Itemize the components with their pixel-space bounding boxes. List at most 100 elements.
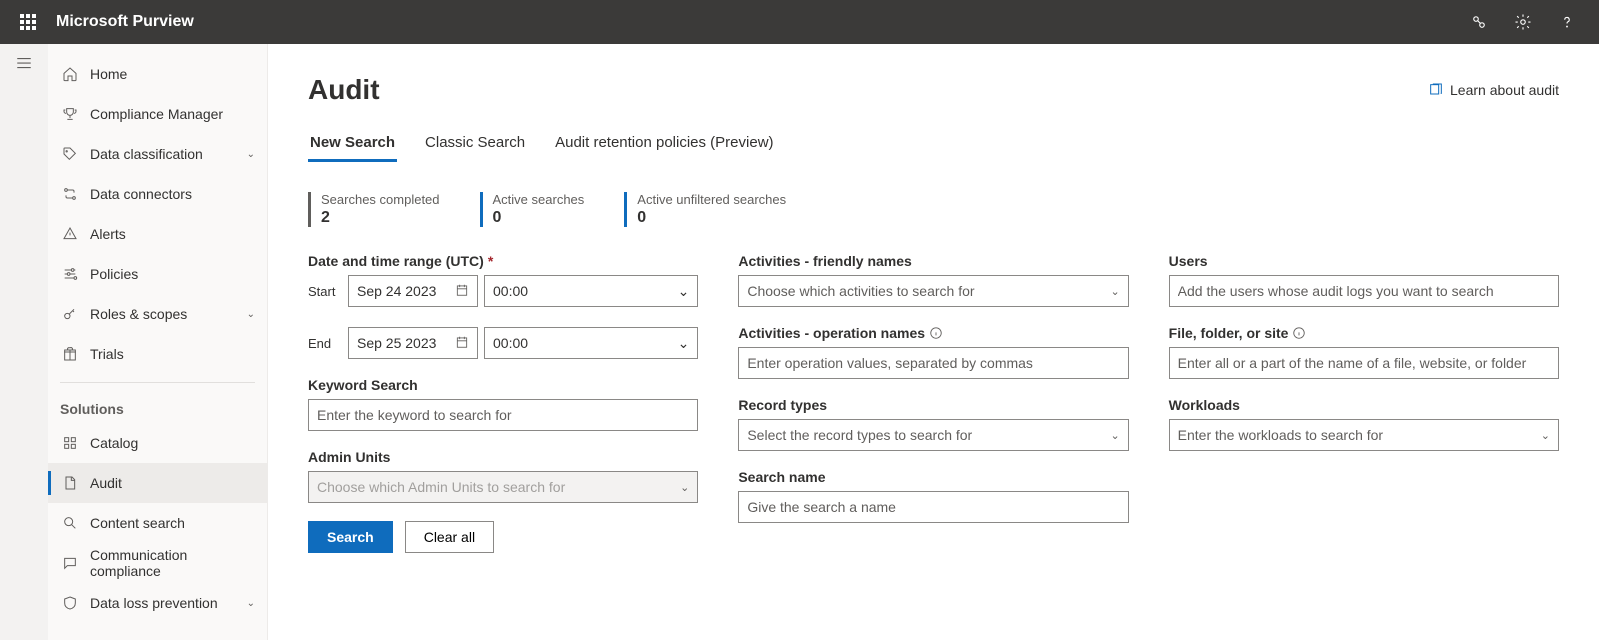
sidebar-item-label: Data connectors [90, 186, 255, 202]
main-content: Audit Learn about audit New Search Class… [268, 44, 1599, 640]
home-icon [60, 64, 80, 84]
activities-op-label: Activities - operation names [738, 325, 1128, 341]
sidebar-item-content-search[interactable]: Content search [48, 503, 267, 543]
sidebar-item-home[interactable]: Home [48, 54, 267, 94]
admin-units-label: Admin Units [308, 449, 698, 465]
hamburger-icon[interactable] [15, 54, 33, 640]
divider [60, 382, 255, 383]
stats-row: Searches completed 2 Active searches 0 A… [308, 192, 1559, 227]
file-input[interactable] [1169, 347, 1559, 379]
workloads-select[interactable]: Enter the workloads to search for ⌄ [1169, 419, 1559, 451]
sidebar-item-data-connectors[interactable]: Data connectors [48, 174, 267, 214]
form-col-1: Date and time range (UTC) * Start Sep 24… [308, 253, 698, 553]
keyword-label: Keyword Search [308, 377, 698, 393]
sidebar-item-catalog[interactable]: Catalog [48, 423, 267, 463]
sidebar-item-alerts[interactable]: Alerts [48, 214, 267, 254]
search-name-input[interactable] [738, 491, 1128, 523]
tab-audit-retention[interactable]: Audit retention policies (Preview) [553, 126, 775, 161]
chevron-down-icon: ⌄ [680, 481, 689, 494]
record-types-select[interactable]: Select the record types to search for ⌄ [738, 419, 1128, 451]
sidebar-item-trials[interactable]: Trials [48, 334, 267, 374]
diagnostics-icon[interactable] [1457, 0, 1501, 44]
chevron-down-icon: ⌄ [247, 149, 255, 160]
form-col-2: Activities - friendly names Choose which… [738, 253, 1128, 541]
gift-icon [60, 344, 80, 364]
sidebar-item-label: Content search [90, 515, 255, 531]
sidebar-item-label: Data classification [90, 146, 247, 162]
learn-link-label: Learn about audit [1450, 82, 1559, 98]
sidebar-item-communication-compliance[interactable]: Communication compliance [48, 543, 267, 583]
sidebar-item-label: Communication compliance [90, 547, 255, 579]
app-launcher-icon[interactable] [10, 0, 46, 44]
form-col-3: Users File, folder, or site Workloads En… [1169, 253, 1559, 469]
topbar: Microsoft Purview [0, 0, 1599, 44]
stat-value: 2 [321, 209, 440, 227]
activities-op-input[interactable] [738, 347, 1128, 379]
sidebar-item-label: Trials [90, 346, 255, 362]
chevron-down-icon: ⌄ [247, 598, 255, 609]
settings-icon[interactable] [1501, 0, 1545, 44]
brand-title: Microsoft Purview [56, 13, 194, 31]
keyword-input[interactable] [308, 399, 698, 431]
sidebar-section-solutions: Solutions [48, 391, 267, 423]
sidebar-item-label: Alerts [90, 226, 255, 242]
sidebar-item-data-classification[interactable]: Data classification ⌄ [48, 134, 267, 174]
sidebar-item-label: Roles & scopes [90, 306, 247, 322]
users-label: Users [1169, 253, 1559, 269]
tab-new-search[interactable]: New Search [308, 126, 397, 161]
activities-friendly-select[interactable]: Choose which activities to search for ⌄ [738, 275, 1128, 307]
connector-icon [60, 184, 80, 204]
document-icon [60, 473, 80, 493]
calendar-icon [455, 283, 469, 300]
chevron-down-icon: ⌄ [1110, 429, 1119, 442]
grid-icon [60, 433, 80, 453]
activities-friendly-label: Activities - friendly names [738, 253, 1128, 269]
sidebar-item-compliance-manager[interactable]: Compliance Manager [48, 94, 267, 134]
tag-icon [60, 144, 80, 164]
date-range-label: Date and time range (UTC) * [308, 253, 698, 269]
sidebar-item-audit[interactable]: Audit [48, 463, 267, 503]
clear-all-button[interactable]: Clear all [405, 521, 494, 553]
key-icon [60, 304, 80, 324]
learn-icon [1428, 82, 1444, 98]
start-time-select[interactable]: 00:00 ⌄ [484, 275, 698, 307]
sidebar-item-roles-scopes[interactable]: Roles & scopes ⌄ [48, 294, 267, 334]
users-input[interactable] [1169, 275, 1559, 307]
sidebar-item-label: Data loss prevention [90, 595, 247, 611]
start-date-input[interactable]: Sep 24 2023 [348, 275, 478, 307]
search-name-label: Search name [738, 469, 1128, 485]
record-types-label: Record types [738, 397, 1128, 413]
sidebar-item-label: Home [90, 66, 255, 82]
sliders-icon [60, 264, 80, 284]
sidebar: Home Compliance Manager Data classificat… [48, 44, 268, 640]
sidebar-item-label: Compliance Manager [90, 106, 255, 122]
end-label: End [308, 336, 342, 351]
search-icon [60, 513, 80, 533]
admin-units-select: Choose which Admin Units to search for ⌄ [308, 471, 698, 503]
stat-value: 0 [493, 209, 585, 227]
info-icon [929, 326, 943, 340]
trophy-icon [60, 104, 80, 124]
help-icon[interactable] [1545, 0, 1589, 44]
sidebar-item-label: Audit [90, 475, 255, 491]
sidebar-item-data-loss-prevention[interactable]: Data loss prevention ⌄ [48, 583, 267, 623]
stat-label: Active searches [493, 192, 585, 207]
chat-icon [60, 553, 80, 573]
sidebar-item-label: Policies [90, 266, 255, 282]
sidebar-item-policies[interactable]: Policies [48, 254, 267, 294]
tab-classic-search[interactable]: Classic Search [423, 126, 527, 161]
learn-about-audit-link[interactable]: Learn about audit [1428, 82, 1559, 98]
nav-rail [0, 44, 48, 640]
end-date-input[interactable]: Sep 25 2023 [348, 327, 478, 359]
stat-active-searches: Active searches 0 [480, 192, 585, 227]
tabs: New Search Classic Search Audit retentio… [308, 126, 1559, 162]
end-time-select[interactable]: 00:00 ⌄ [484, 327, 698, 359]
stat-label: Active unfiltered searches [637, 192, 786, 207]
workloads-label: Workloads [1169, 397, 1559, 413]
chevron-down-icon: ⌄ [678, 283, 690, 300]
start-label: Start [308, 284, 342, 299]
chevron-down-icon: ⌄ [678, 335, 690, 352]
stat-value: 0 [637, 209, 786, 227]
shield-icon [60, 593, 80, 613]
search-button[interactable]: Search [308, 521, 393, 553]
